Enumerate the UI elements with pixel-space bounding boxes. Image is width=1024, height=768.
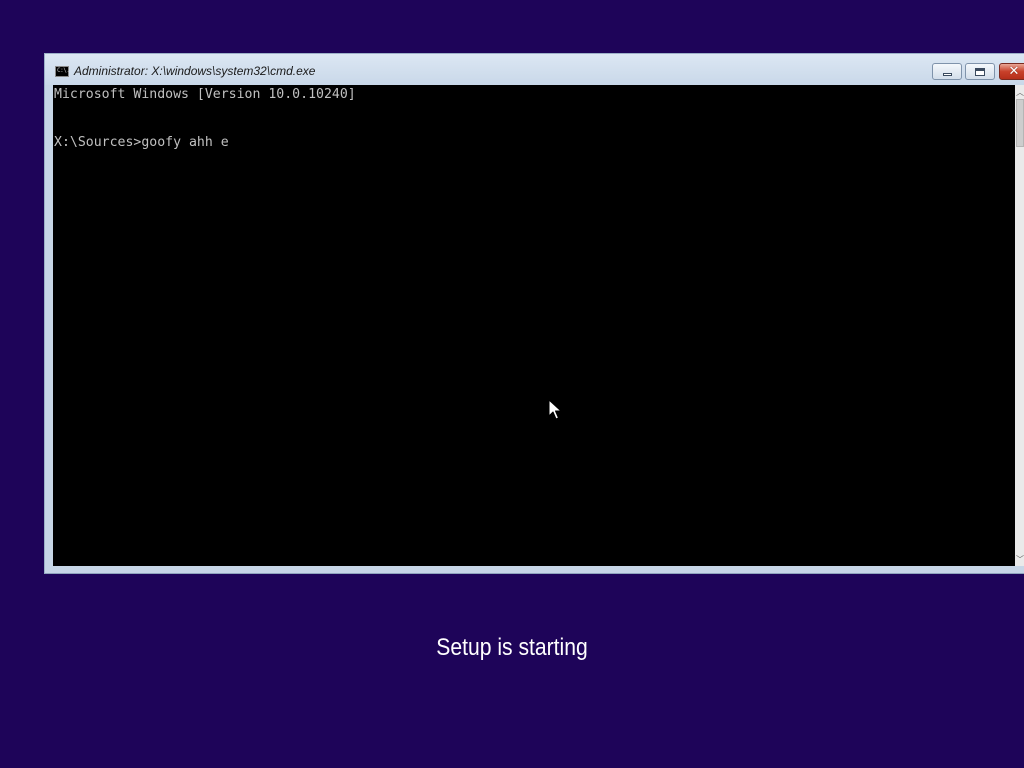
arrow-pointer-icon [548, 399, 562, 420]
minimize-icon [942, 73, 952, 76]
vertical-scrollbar[interactable]: ︿ ﹀ [1015, 85, 1024, 566]
cmd-window[interactable]: C:\. Administrator: X:\windows\system32\… [44, 53, 1024, 574]
scroll-thumb[interactable] [1016, 99, 1024, 147]
setup-status-text: Setup is starting [436, 634, 588, 661]
scroll-up-icon[interactable]: ︿ [1015, 86, 1024, 98]
console-output-area[interactable]: Microsoft Windows [Version 10.0.10240] X… [53, 85, 1015, 566]
close-icon: ✕ [1008, 64, 1020, 79]
window-title: Administrator: X:\windows\system32\cmd.e… [74, 64, 316, 78]
title-bar[interactable]: C:\. Administrator: X:\windows\system32\… [45, 54, 1024, 85]
maximize-button[interactable] [965, 63, 995, 80]
console-prompt-line: X:\Sources>goofy ahh e [54, 135, 229, 150]
scroll-down-icon[interactable]: ﹀ [1015, 553, 1024, 565]
console-version-line: Microsoft Windows [Version 10.0.10240] [54, 87, 356, 102]
close-button[interactable]: ✕ [999, 63, 1024, 80]
maximize-icon [975, 67, 985, 76]
cmd-app-icon-label: C:\. [57, 67, 70, 74]
cmd-app-icon[interactable]: C:\. [55, 66, 70, 77]
minimize-button[interactable] [932, 63, 962, 80]
